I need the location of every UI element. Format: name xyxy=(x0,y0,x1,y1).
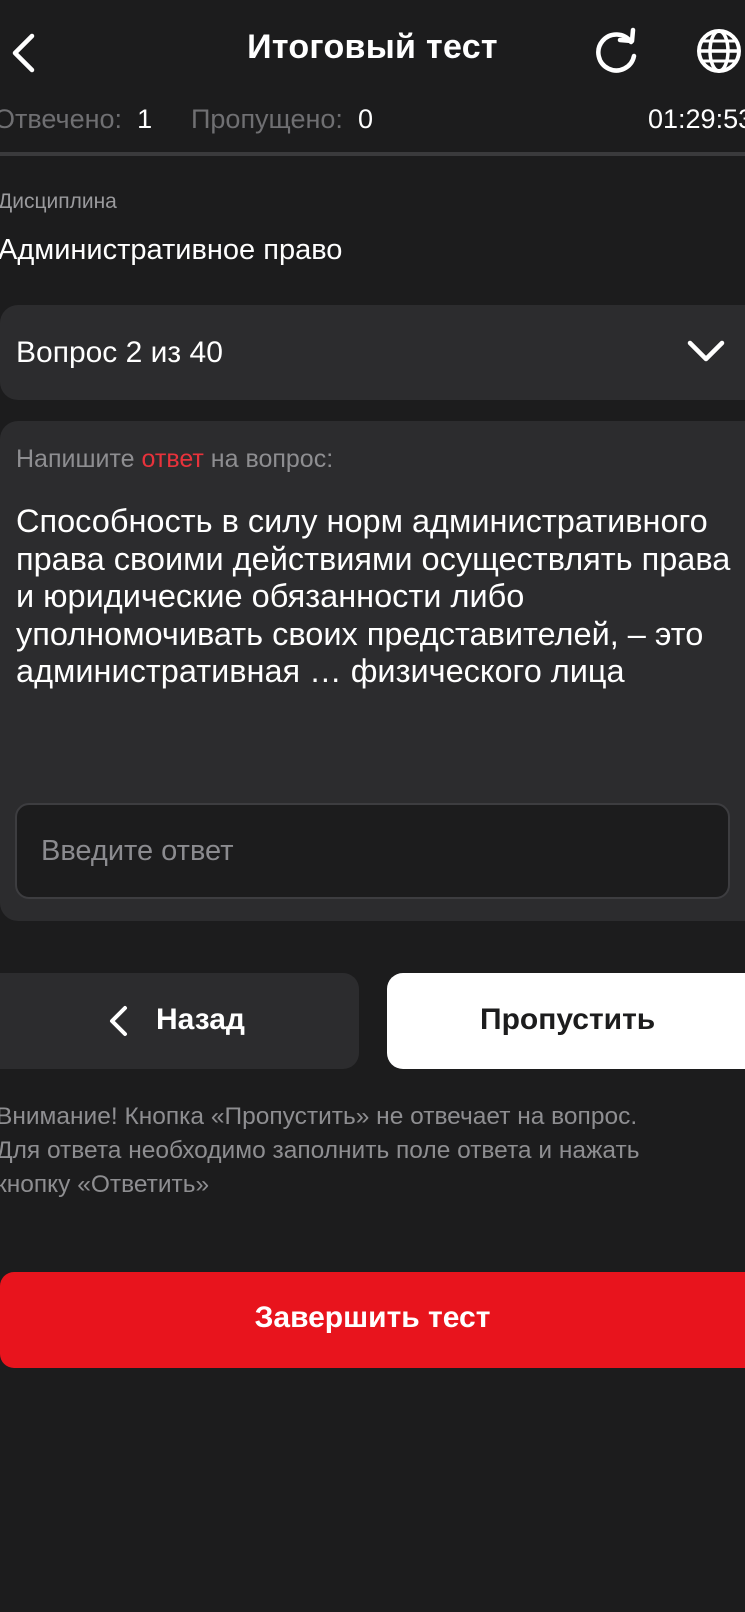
question-selector-label: Вопрос 2 из 40 xyxy=(16,336,223,369)
answered-count: 1 xyxy=(137,104,153,134)
chevron-down-icon xyxy=(687,340,725,362)
progress-stats: Отвечено: 1 Пропущено: 0 01:29:53 xyxy=(0,104,745,144)
finish-test-label: Завершить тест xyxy=(254,1301,491,1334)
prompt-text-end: на вопрос: xyxy=(203,445,334,473)
skip-notice: Внимание! Кнопка «Пропустить» не отвечае… xyxy=(0,1100,745,1202)
timer: 01:29:53 xyxy=(648,104,745,134)
skipped-label: Пропущено: xyxy=(191,104,343,134)
answer-prompt: Напишите ответ на вопрос: xyxy=(16,445,333,474)
question-selector[interactable]: Вопрос 2 из 40 xyxy=(0,305,745,400)
finish-test-button[interactable]: Завершить тест xyxy=(0,1272,745,1368)
notice-line-1: Внимание! Кнопка «Пропустить» не отвечае… xyxy=(0,1103,638,1130)
divider xyxy=(0,152,745,156)
prompt-accent: ответ xyxy=(141,445,204,473)
question-text: Способность в силу норм административног… xyxy=(16,503,731,689)
answer-input[interactable] xyxy=(15,803,730,899)
prompt-text-start: Напишите xyxy=(16,445,142,473)
back-button-label: Назад xyxy=(156,1003,245,1036)
discipline-label: Дисциплина xyxy=(0,190,117,213)
chevron-left-icon xyxy=(110,1006,127,1036)
answered-label: Отвечено: xyxy=(0,104,123,134)
header: Итоговый тест xyxy=(0,0,745,100)
skipped-count: 0 xyxy=(357,104,373,134)
answered-stat: Отвечено: 1 xyxy=(0,104,152,135)
notice-line-2: Для ответа необходимо заполнить поле отв… xyxy=(0,1137,640,1164)
skip-button[interactable]: Пропустить xyxy=(387,973,745,1069)
notice-line-3: кнопку «Ответить» xyxy=(0,1171,210,1198)
final-test-screen: Итоговый тест Отвечено: 1 Пропущено: 0 0… xyxy=(0,0,745,1612)
globe-icon[interactable] xyxy=(694,26,744,76)
skip-button-label: Пропустить xyxy=(480,1003,656,1036)
question-card: Напишите ответ на вопрос: Способность в … xyxy=(0,421,745,921)
refresh-icon[interactable] xyxy=(590,26,642,78)
discipline-value: Административное право xyxy=(0,234,343,266)
back-button[interactable]: Назад xyxy=(0,973,359,1069)
skipped-stat: Пропущено: 0 xyxy=(191,104,373,135)
